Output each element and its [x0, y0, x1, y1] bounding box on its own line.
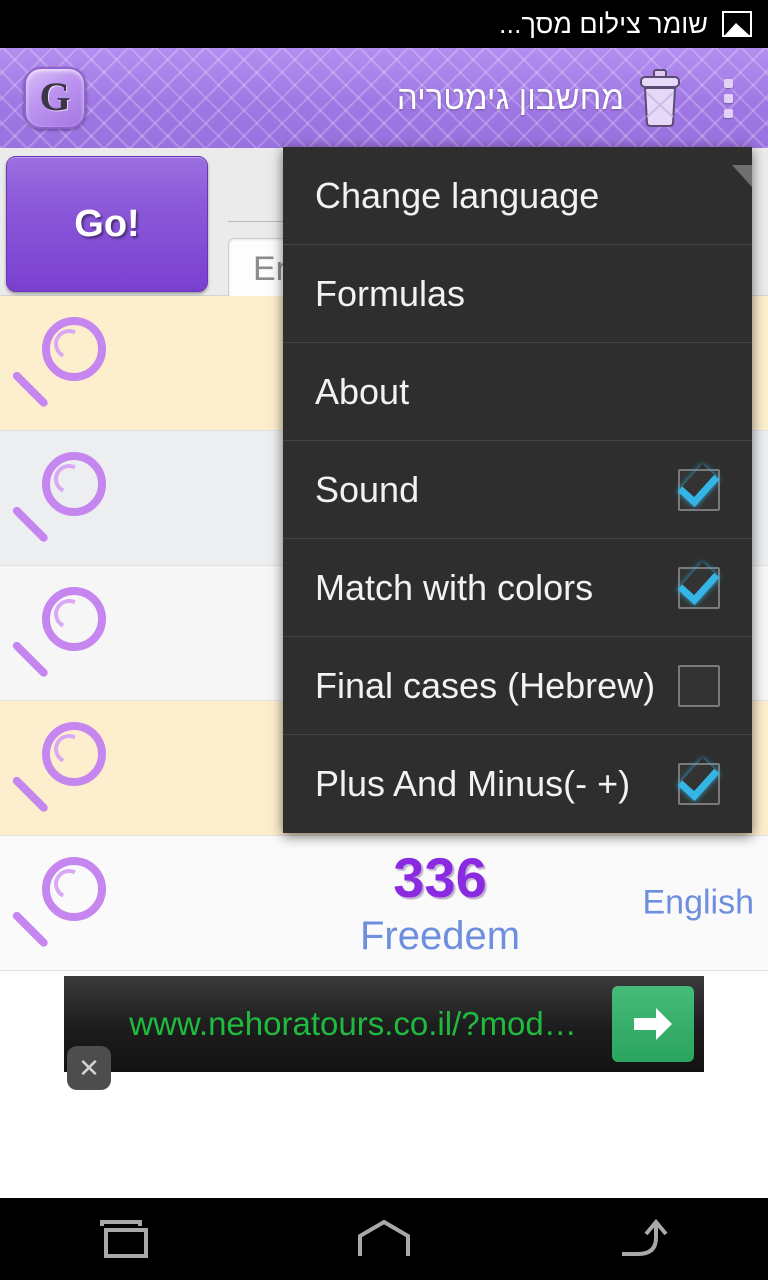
- scroll-indicator-icon: [732, 165, 752, 187]
- magnifier-icon[interactable]: [8, 716, 112, 820]
- menu-item-formulas[interactable]: Formulas: [283, 245, 752, 343]
- overflow-dot-3: [723, 108, 733, 118]
- app-logo-letter: G: [39, 74, 71, 119]
- ad-url-text[interactable]: www.nehoratours.co.il/?mod…: [64, 1005, 612, 1043]
- trash-icon: [640, 69, 680, 127]
- home-icon: [358, 1219, 410, 1256]
- menu-item-about[interactable]: About: [283, 343, 752, 441]
- checkbox-final-cases[interactable]: [678, 664, 720, 707]
- ad-close-button[interactable]: ✕: [67, 1046, 111, 1090]
- checkbox-match-with-colors[interactable]: [678, 566, 720, 609]
- overflow-menu[interactable]: Change language Formulas About Sound Mat…: [283, 147, 752, 833]
- navigation-bar: [0, 1198, 768, 1280]
- menu-item-plus-and-minus[interactable]: Plus And Minus(- +): [283, 735, 752, 833]
- magnifier-icon[interactable]: [8, 851, 112, 955]
- action-bar: G מחשבון גימטריה: [0, 48, 768, 148]
- table-row[interactable]: 336 Freedem English: [0, 836, 768, 971]
- row-language: English: [642, 883, 754, 922]
- menu-item-label: Sound: [315, 468, 420, 510]
- arrow-right-icon: [634, 1008, 672, 1040]
- overflow-menu-button[interactable]: [696, 48, 760, 148]
- recents-button[interactable]: [53, 1198, 203, 1280]
- menu-item-label: Plus And Minus(- +): [315, 763, 631, 804]
- menu-item-label: Match with colors: [315, 566, 594, 608]
- magnifier-icon[interactable]: [8, 446, 112, 550]
- checkbox-plus-and-minus[interactable]: [678, 763, 720, 805]
- magnifier-icon[interactable]: [8, 311, 112, 415]
- overflow-dot-2: [723, 93, 733, 103]
- image-icon: [722, 11, 752, 37]
- checkbox-sound[interactable]: [678, 468, 720, 511]
- app-logo-icon: G: [24, 67, 86, 129]
- menu-item-label: About: [315, 370, 410, 412]
- back-icon: [622, 1218, 668, 1256]
- menu-item-match-with-colors[interactable]: Match with colors: [283, 539, 752, 637]
- menu-item-label: Formulas: [315, 272, 466, 314]
- ad-cta-button[interactable]: [612, 986, 694, 1062]
- magnifier-icon[interactable]: [8, 581, 112, 685]
- delete-button[interactable]: [624, 48, 696, 148]
- go-button[interactable]: Go!: [6, 156, 208, 292]
- home-button[interactable]: [309, 1198, 459, 1280]
- go-button-label: Go!: [74, 202, 140, 245]
- app-screen: שומר צילום מסך... G מחשבון גימטריה Go! E…: [0, 0, 768, 1280]
- menu-item-change-language[interactable]: Change language: [283, 147, 752, 245]
- status-bar-text: שומר צילום מסך...: [499, 8, 708, 39]
- ad-banner[interactable]: www.nehoratours.co.il/?mod… ✕: [64, 976, 704, 1090]
- menu-item-label: Final cases (Hebrew): [315, 664, 656, 706]
- app-title: מחשבון גימטריה: [396, 79, 624, 116]
- menu-item-label: Change language: [315, 174, 600, 216]
- recents-icon: [100, 1220, 148, 1258]
- status-bar: שומר צילום מסך...: [0, 0, 768, 48]
- menu-item-final-cases[interactable]: Final cases (Hebrew): [283, 637, 752, 735]
- overflow-dot-1: [723, 78, 733, 88]
- menu-item-sound[interactable]: Sound: [283, 441, 752, 539]
- back-button[interactable]: [565, 1198, 715, 1280]
